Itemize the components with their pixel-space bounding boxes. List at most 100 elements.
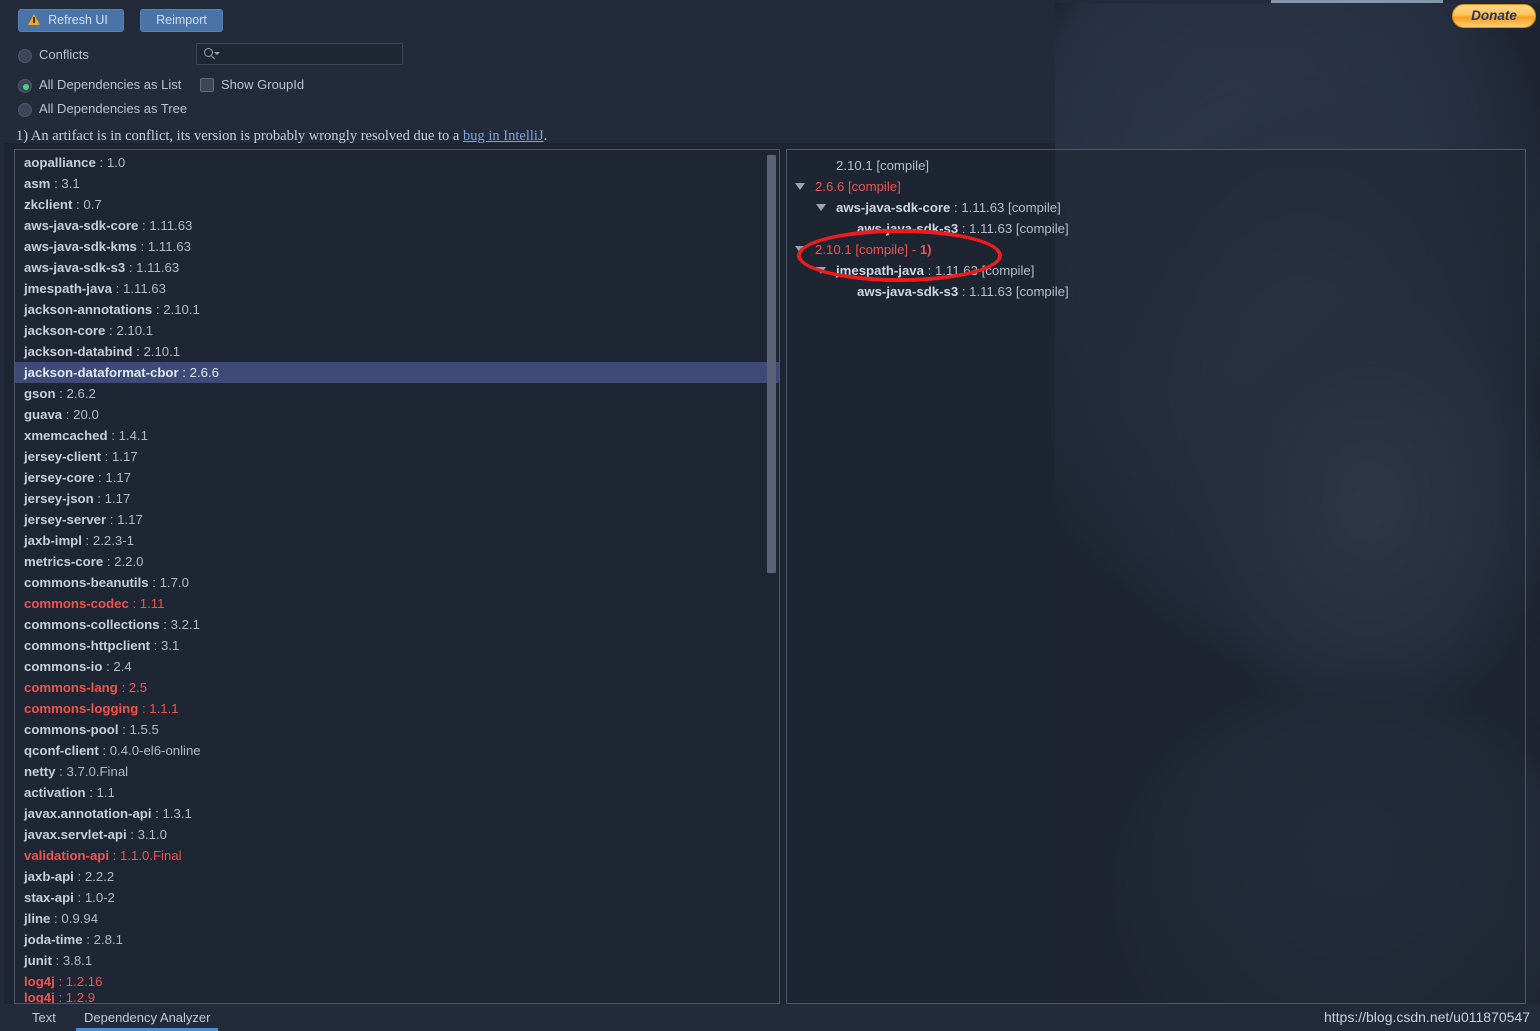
tree-node-label: 2.10.1 [compile] - 1) xyxy=(815,239,932,260)
search-input[interactable] xyxy=(221,46,397,63)
checkbox-show-groupid-label: Show GroupId xyxy=(221,77,305,92)
list-item-artifact: jersey-client xyxy=(24,449,101,464)
chevron-down-icon[interactable] xyxy=(816,204,826,211)
tree-node-label: jmespath-java : 1.11.63 [compile] xyxy=(836,260,1034,281)
list-item-version: : 2.5 xyxy=(117,680,148,695)
radio-circle-selected-icon xyxy=(18,79,32,93)
reimport-label: Reimport xyxy=(156,13,207,27)
list-item[interactable]: qconf-client : 0.4.0-el6-online xyxy=(15,740,779,761)
list-item-artifact: commons-io xyxy=(24,659,103,674)
list-item[interactable]: junit : 3.8.1 xyxy=(15,950,779,971)
list-item[interactable]: stax-api : 1.0-2 xyxy=(15,887,779,908)
list-item-artifact: commons-logging xyxy=(24,701,139,716)
list-item-artifact: qconf-client xyxy=(24,743,99,758)
list-item[interactable]: commons-httpclient : 3.1 xyxy=(15,635,779,656)
list-item[interactable]: activation : 1.1 xyxy=(15,782,779,803)
list-item[interactable]: jersey-server : 1.17 xyxy=(15,509,779,530)
tree-node-version: 2.10.1 [compile] xyxy=(836,158,930,173)
list-item[interactable]: jackson-core : 2.10.1 xyxy=(15,320,779,341)
list-item-artifact: jackson-core xyxy=(24,323,106,338)
window-top-highlight xyxy=(1271,0,1443,3)
chevron-down-icon[interactable] xyxy=(816,267,826,274)
list-item[interactable]: validation-api : 1.1.0.Final xyxy=(15,845,779,866)
chevron-down-icon[interactable] xyxy=(795,183,805,190)
list-item-version: : 1.1.1 xyxy=(138,701,179,716)
tree-node[interactable]: 2.6.6 [compile] xyxy=(787,176,1525,197)
list-item[interactable]: log4j : 1.2.9 xyxy=(15,992,779,1003)
list-item[interactable]: commons-beanutils : 1.7.0 xyxy=(15,572,779,593)
donate-button[interactable]: Donate xyxy=(1452,4,1536,28)
list-item-version: : 3.1.0 xyxy=(126,827,167,842)
list-item-version: : 1.0 xyxy=(95,155,126,170)
list-item[interactable]: commons-pool : 1.5.5 xyxy=(15,719,779,740)
list-item[interactable]: aopalliance : 1.0 xyxy=(15,152,779,173)
list-item[interactable]: zkclient : 0.7 xyxy=(15,194,779,215)
list-item[interactable]: metrics-core : 2.2.0 xyxy=(15,551,779,572)
list-item-version: : 2.10.1 xyxy=(105,323,154,338)
tree-node[interactable]: aws-java-sdk-s3 : 1.11.63 [compile] xyxy=(787,281,1525,302)
dependency-list-panel[interactable]: aopalliance : 1.0 asm : 3.1 zkclient : 0.7… xyxy=(14,149,780,1004)
list-item[interactable]: aws-java-sdk-core : 1.11.63 xyxy=(15,215,779,236)
radio-conflicts-label: Conflicts xyxy=(39,47,89,62)
tree-node[interactable]: 2.10.1 [compile] xyxy=(787,155,1525,176)
list-item[interactable]: commons-collections : 3.2.1 xyxy=(15,614,779,635)
list-item[interactable]: asm : 3.1 xyxy=(15,173,779,194)
list-item[interactable]: gson : 2.6.2 xyxy=(15,383,779,404)
list-item[interactable]: jaxb-api : 2.2.2 xyxy=(15,866,779,887)
list-item-artifact: jackson-annotations xyxy=(24,302,153,317)
list-item[interactable]: jmespath-java : 1.11.63 xyxy=(15,278,779,299)
tree-node-label: aws-java-sdk-core : 1.11.63 [compile] xyxy=(836,197,1061,218)
list-item[interactable]: jersey-client : 1.17 xyxy=(15,446,779,467)
list-item-artifact: validation-api xyxy=(24,848,109,863)
toolbar: Refresh UI Reimport Conflicts All Depend… xyxy=(4,3,1055,144)
list-item-version: : 2.6.6 xyxy=(178,365,219,380)
list-item[interactable]: commons-logging : 1.1.1 xyxy=(15,698,779,719)
reimport-button[interactable]: Reimport xyxy=(140,9,223,32)
tree-node[interactable]: jmespath-java : 1.11.63 [compile] xyxy=(787,260,1525,281)
refresh-ui-button[interactable]: Refresh UI xyxy=(18,9,124,32)
list-item[interactable]: jackson-databind : 2.10.1 xyxy=(15,341,779,362)
list-item-artifact: guava xyxy=(24,407,63,422)
list-item[interactable]: jline : 0.9.94 xyxy=(15,908,779,929)
list-item-version: : 1.0-2 xyxy=(73,890,115,905)
list-item-version: : 2.2.2 xyxy=(73,869,115,884)
tree-node[interactable]: aws-java-sdk-s3 : 1.11.63 [compile] xyxy=(787,218,1525,239)
list-item[interactable]: commons-lang : 2.5 xyxy=(15,677,779,698)
list-item[interactable]: aws-java-sdk-kms : 1.11.63 xyxy=(15,236,779,257)
list-item[interactable]: jaxb-impl : 2.2.3-1 xyxy=(15,530,779,551)
list-item[interactable]: netty : 3.7.0.Final xyxy=(15,761,779,782)
list-scrollbar[interactable] xyxy=(767,151,778,1003)
list-item-version: : 1.3.1 xyxy=(151,806,192,821)
tab-text[interactable]: Text xyxy=(32,1008,56,1030)
list-item[interactable]: commons-codec : 1.11 xyxy=(15,593,779,614)
tree-node-artifact: jmespath-java xyxy=(836,263,924,278)
list-item[interactable]: aws-java-sdk-s3 : 1.11.63 xyxy=(15,257,779,278)
list-item-artifact: jersey-server xyxy=(24,512,107,527)
dependency-tree[interactable]: 2.10.1 [compile] 2.6.6 [compile] aws-java-… xyxy=(787,155,1525,302)
list-item[interactable]: jackson-annotations : 2.10.1 xyxy=(15,299,779,320)
tree-node[interactable]: 2.10.1 [compile] - 1) xyxy=(787,239,1525,260)
list-item[interactable]: jersey-core : 1.17 xyxy=(15,467,779,488)
bug-in-intellij-link[interactable]: bug in IntelliJ xyxy=(463,128,544,144)
tree-node-version: 2.6.6 [compile] xyxy=(815,179,901,194)
list-item[interactable]: guava : 20.0 xyxy=(15,404,779,425)
list-scrollbar-thumb[interactable] xyxy=(767,155,776,573)
list-item[interactable]: javax.annotation-api : 1.3.1 xyxy=(15,803,779,824)
dependency-tree-panel[interactable]: 2.10.1 [compile] 2.6.6 [compile] aws-java-… xyxy=(786,149,1526,1004)
chevron-down-icon[interactable] xyxy=(795,246,805,253)
list-item[interactable]: jackson-dataformat-cbor : 2.6.6 xyxy=(15,362,779,383)
list-item-artifact: joda-time xyxy=(24,932,83,947)
list-item[interactable]: joda-time : 2.8.1 xyxy=(15,929,779,950)
list-item[interactable]: jersey-json : 1.17 xyxy=(15,488,779,509)
list-item-version: : 1.17 xyxy=(94,470,132,485)
search-field[interactable] xyxy=(196,43,403,65)
notice-prefix: 1) An artifact is in conflict, its versi… xyxy=(16,128,463,144)
list-item[interactable]: javax.servlet-api : 3.1.0 xyxy=(15,824,779,845)
list-item[interactable]: xmemcached : 1.4.1 xyxy=(15,425,779,446)
list-item[interactable]: commons-io : 2.4 xyxy=(15,656,779,677)
tab-dependency-analyzer[interactable]: Dependency Analyzer xyxy=(84,1008,210,1030)
list-item-artifact: jmespath-java xyxy=(24,281,112,296)
list-item[interactable]: log4j : 1.2.16 xyxy=(15,971,779,992)
tree-node[interactable]: aws-java-sdk-core : 1.11.63 [compile] xyxy=(787,197,1525,218)
dependency-list[interactable]: aopalliance : 1.0 asm : 3.1 zkclient : 0.7… xyxy=(15,152,779,1003)
